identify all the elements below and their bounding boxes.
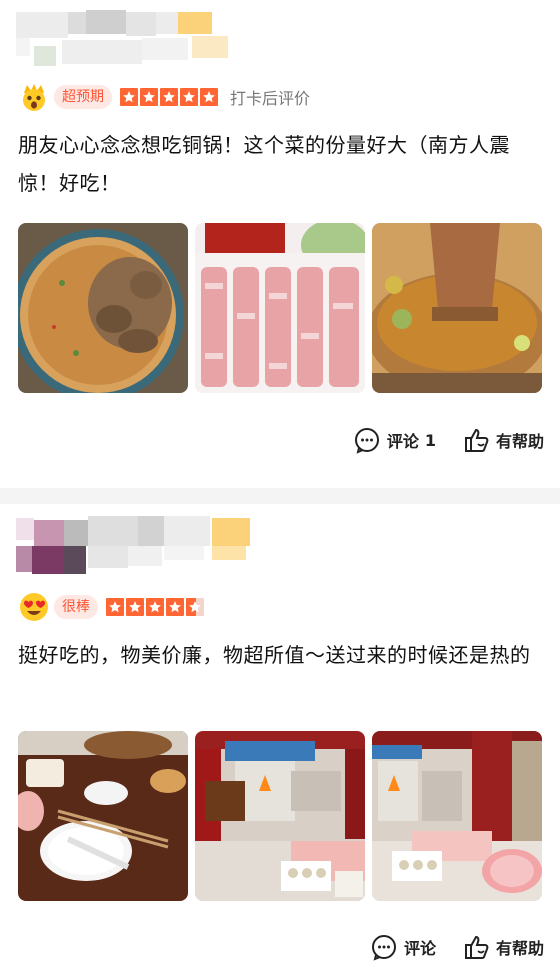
- review-card: 超预期 打卡后评价 朋友心心念念想吃铜锅！这个菜的份量好大（南方人震惊！好吃！: [0, 0, 560, 488]
- astonished-face-icon: [23, 84, 45, 111]
- comment-label: 评论: [386, 432, 419, 451]
- comment-count: 1: [424, 430, 436, 450]
- star-icon: [106, 598, 124, 616]
- star-icon: [200, 88, 218, 106]
- helpful-button[interactable]: 有帮助: [462, 933, 544, 961]
- thumbs-up-smile-icon: [464, 428, 489, 452]
- review-text[interactable]: 挺好吃的，物美价廉，物超所值～送过来的时候还是热的: [18, 636, 546, 674]
- review-actions: 评论 有帮助: [344, 929, 544, 965]
- star-icon: [140, 88, 158, 106]
- review-card: 很棒 挺好吃的，物美价廉，物超所值～送过来的时候还是热的 评论 有帮助: [0, 504, 560, 972]
- badge-label: 很棒: [54, 595, 98, 619]
- comment-button[interactable]: 评论: [370, 933, 436, 961]
- photo-sliced-lamb-platter[interactable]: [195, 223, 365, 393]
- photo-restaurant-interior[interactable]: [195, 731, 365, 901]
- comment-label: 评论: [403, 939, 436, 958]
- star-icon: [166, 598, 184, 616]
- star-rating: [106, 598, 206, 616]
- card-separator: [0, 488, 560, 504]
- rating-note: 打卡后评价: [230, 89, 311, 108]
- review-actions: 评论 1 有帮助: [327, 422, 544, 458]
- photo-grid: [18, 731, 542, 901]
- rating-row: 很棒: [18, 590, 216, 624]
- photo-copper-hotpot[interactable]: [372, 223, 542, 393]
- user-header-blurred[interactable]: [16, 6, 252, 72]
- thumbs-up-smile-icon: [464, 935, 489, 959]
- photo-restaurant-interior-2[interactable]: [372, 731, 542, 901]
- photo-hotpot-table-setting[interactable]: [18, 731, 188, 901]
- comment-icon: [371, 935, 396, 961]
- badge-label: 超预期: [54, 85, 112, 109]
- comment-icon: [354, 428, 379, 454]
- half-star-icon: [186, 598, 204, 616]
- comment-button[interactable]: 评论 1: [353, 426, 436, 454]
- star-icon: [160, 88, 178, 106]
- star-icon: [146, 598, 164, 616]
- star-rating: [120, 88, 220, 106]
- photo-lamb-stew-dish[interactable]: [18, 223, 188, 393]
- user-header-blurred[interactable]: [16, 512, 252, 578]
- heart-eyes-face-icon: [20, 593, 48, 621]
- rating-row: 超预期 打卡后评价: [18, 80, 310, 114]
- helpful-button[interactable]: 有帮助: [462, 426, 544, 454]
- photo-grid: [18, 223, 542, 393]
- review-text[interactable]: 朋友心心念念想吃铜锅！这个菜的份量好大（南方人震惊！好吃！: [18, 126, 546, 202]
- star-icon: [126, 598, 144, 616]
- star-icon: [180, 88, 198, 106]
- helpful-label: 有帮助: [495, 939, 544, 958]
- helpful-label: 有帮助: [495, 432, 544, 451]
- star-icon: [120, 88, 138, 106]
